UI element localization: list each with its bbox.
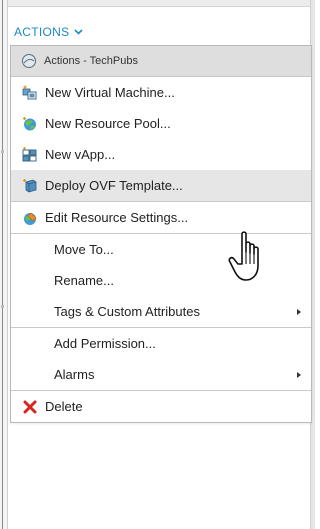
chevron-down-icon <box>74 29 84 35</box>
page: ACTIONS Actions - TechPubs New Virtual M… <box>0 0 315 529</box>
menu-item-label: Add Permission... <box>54 336 156 351</box>
hand-pointer-icon <box>228 231 259 281</box>
menu-item-alarms[interactable]: Alarms <box>11 359 311 390</box>
window-top-edge <box>8 0 311 7</box>
menu-item-label: Delete <box>45 399 83 414</box>
submenu-arrow-icon <box>297 372 301 378</box>
menu-item-label: Tags & Custom Attributes <box>54 304 200 319</box>
submenu-arrow-icon <box>297 309 301 315</box>
delete-icon <box>21 398 39 416</box>
vapp-icon <box>21 146 39 164</box>
menu-item-new-vapp[interactable]: New vApp... <box>11 139 311 170</box>
menu-item-label: New Virtual Machine... <box>45 85 175 100</box>
new-vm-icon <box>21 84 39 102</box>
menu-item-tags-custom-attributes[interactable]: Tags & Custom Attributes <box>11 296 311 327</box>
menu-item-label: Rename... <box>54 273 114 288</box>
menu-title-label: Actions - TechPubs <box>44 55 138 67</box>
menu-item-label: Move To... <box>54 242 114 257</box>
menu-item-deploy-ovf-template[interactable]: Deploy OVF Template... <box>11 170 311 201</box>
actions-label: ACTIONS <box>14 25 70 39</box>
menu-item-label: New vApp... <box>45 147 116 162</box>
window-left-edge <box>0 0 8 529</box>
menu-item-label: Deploy OVF Template... <box>45 178 183 193</box>
menu-item-label: New Resource Pool... <box>45 116 171 131</box>
actions-dropdown-button[interactable]: ACTIONS <box>14 22 84 42</box>
menu-item-new-virtual-machine[interactable]: New Virtual Machine... <box>11 77 311 108</box>
resource-pool-title-icon <box>22 54 36 68</box>
menu-title: Actions - TechPubs <box>11 46 311 77</box>
menu-item-add-permission[interactable]: Add Permission... <box>11 328 311 359</box>
menu-item-label: Edit Resource Settings... <box>45 210 189 225</box>
menu-item-edit-resource-settings[interactable]: Edit Resource Settings... <box>11 202 311 233</box>
menu-item-delete[interactable]: Delete <box>11 391 311 422</box>
menu-item-new-resource-pool[interactable]: New Resource Pool... <box>11 108 311 139</box>
resource-pool-icon <box>21 115 39 133</box>
menu-item-label: Alarms <box>54 367 95 382</box>
ovf-template-icon <box>21 177 39 195</box>
resource-settings-icon <box>21 209 39 227</box>
